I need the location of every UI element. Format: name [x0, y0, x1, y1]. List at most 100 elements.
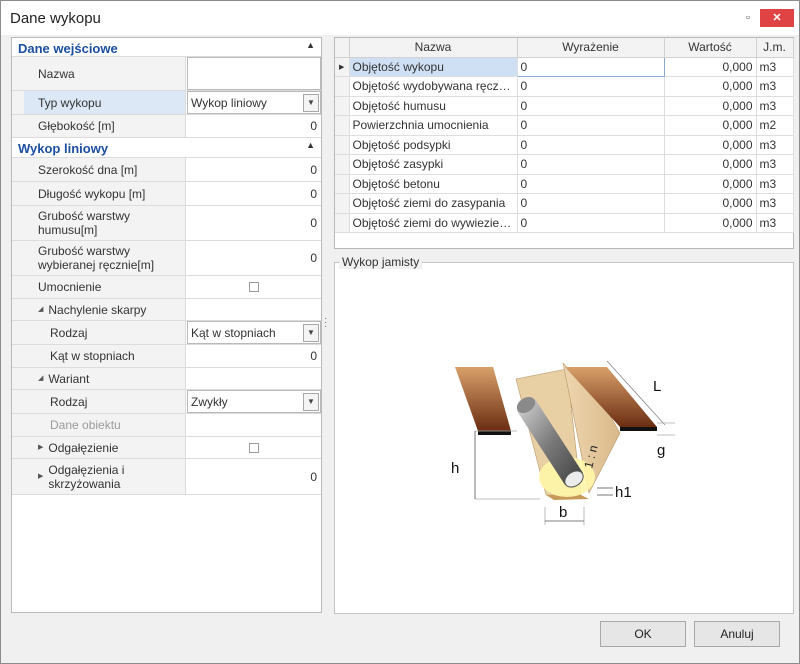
- cell-name: Objętość ziemi do zasypania: [349, 193, 518, 214]
- umocnienie-checkbox[interactable]: [249, 282, 259, 292]
- prop-row-kat[interactable]: Kąt w stopniach 0: [12, 345, 321, 368]
- prop-group-label: ▶ Odgałęzienia i skrzyżowania: [24, 459, 186, 494]
- prop-row-typ-wykopu[interactable]: Typ wykopu Wykop liniowy ▼: [12, 91, 321, 115]
- collapse-icon[interactable]: ▲: [306, 40, 315, 50]
- reczna-input[interactable]: 0: [187, 241, 321, 275]
- table-row[interactable]: Objętość zasypki 0 0,000 m3: [335, 154, 794, 175]
- cancel-button[interactable]: Anuluj: [694, 621, 780, 647]
- cell-expression[interactable]: 0: [517, 193, 665, 214]
- cell-expression[interactable]: 0: [517, 174, 665, 194]
- column-header-jm[interactable]: J.m.: [756, 38, 794, 58]
- cell-value: 0,000: [664, 115, 757, 136]
- cell-unit: m3: [756, 57, 794, 77]
- prop-group-label: ◢ Wariant: [24, 368, 186, 389]
- prop-label: Rodzaj: [24, 390, 186, 413]
- cell-value: 0,000: [664, 76, 757, 97]
- table-row[interactable]: Objętość humusu 0 0,000 m3: [335, 96, 794, 116]
- chevron-down-icon[interactable]: ▼: [303, 324, 319, 342]
- typ-wykopu-value: Wykop liniowy: [191, 95, 267, 110]
- glebokosc-input[interactable]: 0: [187, 115, 321, 137]
- prop-label: Szerokość dna [m]: [24, 158, 186, 181]
- rodzaj-wariantu-select[interactable]: Zwykły ▼: [187, 390, 321, 413]
- cell-expression[interactable]: 0: [517, 76, 665, 97]
- cell-unit: m3: [756, 135, 794, 155]
- cell-expression[interactable]: 0: [517, 115, 665, 136]
- prop-row-nazwa[interactable]: Nazwa: [12, 57, 321, 91]
- close-icon[interactable]: ✕: [760, 9, 794, 27]
- window-title: Dane wykopu: [10, 10, 101, 27]
- cell-unit: m3: [756, 213, 794, 233]
- label-h: h: [451, 460, 459, 477]
- splitter-handle[interactable]: · · ·: [324, 314, 330, 332]
- odgalezienie-checkbox[interactable]: [249, 442, 259, 453]
- expanded-icon[interactable]: ◢: [38, 372, 43, 386]
- chevron-down-icon[interactable]: ▼: [303, 94, 319, 112]
- row-pointer-icon: ▶: [335, 57, 350, 77]
- cell-expression[interactable]: 0: [517, 96, 665, 116]
- category-dane-wejsciowe[interactable]: Dane wejściowe ▲: [12, 38, 321, 57]
- prop-row-humus[interactable]: Grubość warstwy humusu[m] 0: [12, 206, 321, 241]
- cell-value: 0,000: [664, 57, 757, 77]
- cell-expression[interactable]: 0: [517, 135, 665, 155]
- kat-input[interactable]: 0: [187, 345, 321, 367]
- cell-value: 0,000: [664, 96, 757, 116]
- chevron-down-icon[interactable]: ▼: [303, 393, 319, 411]
- rodzaj-wariantu-value: Zwykły: [191, 394, 228, 409]
- trench-diagram-panel: L g h h1 b 1 : n: [334, 262, 794, 614]
- nazwa-input[interactable]: [187, 57, 321, 90]
- column-header-wartosc[interactable]: Wartość: [664, 38, 757, 58]
- prop-row-rodzaj-wariantu[interactable]: Rodzaj Zwykły ▼: [12, 390, 321, 414]
- topsoil-left: [455, 367, 511, 431]
- column-header-wyrazenie[interactable]: Wyrażenie: [517, 38, 665, 58]
- ok-button[interactable]: OK: [600, 621, 686, 647]
- collapsed-icon[interactable]: ▶: [38, 441, 43, 455]
- cell-value: 0,000: [664, 154, 757, 175]
- collapsed-icon[interactable]: ▶: [38, 470, 43, 484]
- prop-row-rodzaj-nachylenia[interactable]: Rodzaj Kąt w stopniach ▼: [12, 321, 321, 345]
- collapse-icon[interactable]: ▲: [306, 140, 315, 150]
- prop-row-dlugosc[interactable]: Długość wykopu [m] 0: [12, 182, 321, 206]
- prop-row-szerokosc[interactable]: Szerokość dna [m] 0: [12, 158, 321, 182]
- label-L: L: [653, 378, 661, 395]
- table-row[interactable]: Objętość betonu 0 0,000 m3: [335, 174, 794, 194]
- label-h1: h1: [615, 484, 632, 501]
- column-header-nazwa[interactable]: Nazwa: [349, 38, 518, 58]
- table-header: Nazwa Wyrażenie Wartość J.m.: [335, 38, 794, 58]
- typ-wykopu-select[interactable]: Wykop liniowy ▼: [187, 91, 321, 114]
- table-row[interactable]: Objętość wydobywana ręcznie 0 0,000 m3: [335, 76, 794, 97]
- expanded-icon[interactable]: ◢: [38, 303, 43, 317]
- humus-input[interactable]: 0: [187, 206, 321, 240]
- cell-unit: m3: [756, 174, 794, 194]
- cell-name: Objętość betonu: [349, 174, 518, 194]
- cell-value: 0,000: [664, 135, 757, 155]
- prop-row-wariant[interactable]: ◢ Wariant: [12, 368, 321, 390]
- title-bar: Dane wykopu ▫ ✕: [1, 1, 799, 35]
- cell-expression[interactable]: 0: [516, 56, 665, 77]
- cell-name: Objętość ziemi do wywiezienia: [349, 213, 518, 233]
- prop-row-glebokosc[interactable]: Głębokość [m] 0: [12, 115, 321, 138]
- minimize-icon[interactable]: ▫: [739, 9, 757, 27]
- rodzaj-nachylenia-select[interactable]: Kąt w stopniach ▼: [187, 321, 321, 344]
- prop-row-odgalezienia[interactable]: ▶ Odgałęzienia i skrzyżowania 0: [12, 459, 321, 495]
- prop-row-reczna[interactable]: Grubość warstwy wybieranej ręcznie[m] 0: [12, 241, 321, 276]
- table-row[interactable]: Objętość ziemi do zasypania 0 0,000 m3: [335, 193, 794, 214]
- szerokosc-input[interactable]: 0: [187, 158, 321, 181]
- table-row[interactable]: Powierzchnia umocnienia 0 0,000 m2: [335, 115, 794, 136]
- cell-value: 0,000: [664, 174, 757, 194]
- cell-expression[interactable]: 0: [517, 154, 665, 175]
- label-b: b: [559, 504, 567, 521]
- table-row[interactable]: Objętość podsypki 0 0,000 m3: [335, 135, 794, 155]
- figure-group-title: Wykop jamisty: [339, 255, 423, 269]
- table-row[interactable]: Objętość ziemi do wywiezienia 0 0,000 m3: [335, 213, 794, 233]
- dlugosc-input[interactable]: 0: [187, 182, 321, 205]
- prop-row-umocnienie[interactable]: Umocnienie: [12, 276, 321, 299]
- prop-label: Nazwa: [24, 57, 186, 90]
- prop-row-odgalezienie[interactable]: ▶ Odgałęzienie: [12, 437, 321, 459]
- table-row[interactable]: ▶ Objętość wykopu 0 0,000 m3: [335, 56, 794, 77]
- cell-expression[interactable]: 0: [517, 213, 665, 233]
- cell-unit: m3: [756, 96, 794, 116]
- odgalezienia-input[interactable]: 0: [187, 459, 321, 494]
- prop-row-nachylenie[interactable]: ◢ Nachylenie skarpy: [12, 299, 321, 321]
- prop-label: Rodzaj: [24, 321, 186, 344]
- category-wykop-liniowy[interactable]: Wykop liniowy ▲: [12, 138, 321, 158]
